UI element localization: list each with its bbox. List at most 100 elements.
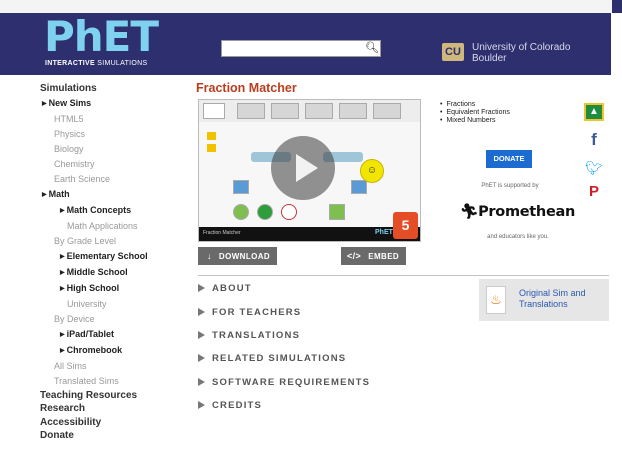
- topics-list: Fractions Equivalent Fractions Mixed Num…: [440, 101, 510, 126]
- list-item: Mixed Numbers: [440, 117, 510, 125]
- sidebar-item-new-sims[interactable]: ▶ New Sims: [40, 96, 190, 112]
- phet-tagline: INTERACTIVE SIMULATIONS: [45, 60, 147, 67]
- sidebar-item-translated-sims[interactable]: Translated Sims: [40, 374, 190, 389]
- download-icon: ↓: [207, 251, 212, 261]
- sidebar-item-elementary-school[interactable]: ▶ Elementary School: [40, 249, 190, 265]
- sidebar-item-label: Elementary School: [66, 250, 148, 261]
- caret-right-icon: ▶: [60, 331, 65, 338]
- page-title: Fraction Matcher: [196, 81, 297, 95]
- top-corner: [612, 0, 622, 13]
- sidebar-item-by-grade-level[interactable]: By Grade Level: [40, 234, 190, 249]
- code-icon: </>: [347, 251, 362, 261]
- original-sim-link[interactable]: ♨ Original Sim and Translations: [479, 279, 609, 321]
- accordion-translations[interactable]: TRANSLATIONS: [198, 330, 300, 341]
- sim-control: [207, 144, 216, 152]
- phet-logo[interactable]: PhET INTERACTIVE SIMULATIONS: [44, 14, 174, 70]
- caret-right-icon: [198, 354, 205, 362]
- sidebar-item-university[interactable]: University: [40, 297, 190, 312]
- list-item: Fractions: [440, 101, 510, 109]
- sidebar-item-accessibility[interactable]: Accessibility: [40, 416, 190, 430]
- caret-right-icon: [198, 378, 205, 386]
- sidebar-item-biology[interactable]: Biology: [40, 142, 190, 157]
- sidebar-item-label: Middle School: [66, 266, 128, 277]
- facebook-icon[interactable]: f: [584, 130, 604, 150]
- cu-text: University of Colorado Boulder: [472, 42, 570, 64]
- accordion-about[interactable]: ABOUT: [198, 283, 252, 294]
- educators-text: and educators like you.: [487, 234, 549, 240]
- download-button[interactable]: ↓ DOWNLOAD: [198, 247, 277, 265]
- divider: [198, 275, 609, 276]
- caret-right-icon: [198, 401, 205, 409]
- cu-line1: University of Colorado: [472, 42, 571, 53]
- accordion-label: ABOUT: [212, 283, 252, 294]
- sim-piece: [233, 180, 249, 194]
- sidebar-item-donate[interactable]: Donate: [40, 429, 190, 443]
- sim-preview[interactable]: ☺ Fraction Matcher PhET: [198, 99, 421, 242]
- sim-piece: [257, 204, 273, 220]
- sidebar-item-chemistry[interactable]: Chemistry: [40, 157, 190, 172]
- sidebar-item-label: Math Concepts: [66, 204, 132, 215]
- sidebar-item-teaching-resources[interactable]: Teaching Resources: [40, 389, 190, 403]
- sidebar-item-physics[interactable]: Physics: [40, 127, 190, 142]
- sidebar-item-all-sims[interactable]: All Sims: [40, 359, 190, 374]
- sidebar-item-math-concepts[interactable]: ▶ Math Concepts: [40, 203, 190, 219]
- sim-slot: [237, 103, 265, 119]
- sim-piece: [233, 204, 249, 220]
- sidebar-item-chromebook[interactable]: ▶ Chromebook: [40, 343, 190, 359]
- accordion-credits[interactable]: CREDITS: [198, 400, 262, 411]
- promethean-wordmark: Promethean: [478, 204, 575, 220]
- person-icon: 🏃︎: [460, 204, 479, 220]
- html5-badge-icon: 5: [393, 212, 418, 239]
- accordion-related-simulations[interactable]: RELATED SIMULATIONS: [198, 353, 346, 364]
- sim-slot: [271, 103, 299, 119]
- accordion-label: CREDITS: [212, 400, 263, 411]
- phet-tagline-rest: SIMULATIONS: [97, 60, 148, 67]
- sim-piece: [329, 204, 345, 220]
- sidebar-item-research[interactable]: Research: [40, 402, 190, 416]
- cu-boulder-logo[interactable]: CU University of Colorado Boulder: [442, 42, 612, 72]
- caret-right-icon: ▶: [60, 253, 65, 260]
- donate-button[interactable]: DONATE: [486, 150, 532, 168]
- site-header: PhET INTERACTIVE SIMULATIONS 🔍︎ CU Unive…: [0, 13, 611, 75]
- sidebar-item-high-school[interactable]: ▶ High School: [40, 281, 190, 297]
- original-sim-text: Original Sim and Translations: [519, 288, 586, 310]
- sidebar-item-earth-science[interactable]: Earth Science: [40, 172, 190, 187]
- caret-right-icon: ▶: [42, 100, 47, 107]
- caret-right-icon: [198, 331, 205, 339]
- caret-right-icon: ▶: [60, 285, 65, 292]
- caret-right-icon: ▶: [60, 347, 65, 354]
- search-input[interactable]: 🔍︎: [221, 40, 381, 57]
- twitter-icon[interactable]: 🐦︎: [584, 160, 604, 177]
- sim-piece: [351, 180, 367, 194]
- sim-preview-navbar: Fraction Matcher PhET: [199, 227, 420, 241]
- sidebar-item-html5[interactable]: HTML5: [40, 112, 190, 127]
- sidebar-item-math[interactable]: ▶ Math: [40, 187, 190, 203]
- sidebar-item-simulations[interactable]: Simulations: [40, 82, 190, 96]
- sidebar-item-label: Chromebook: [66, 344, 123, 355]
- accordion-for-teachers[interactable]: FOR TEACHERS: [198, 307, 301, 318]
- accordion-label: TRANSLATIONS: [212, 330, 301, 341]
- search-icon[interactable]: 🔍︎: [364, 41, 380, 56]
- embed-button[interactable]: </> EMBED: [341, 247, 406, 265]
- caret-right-icon: ▶: [42, 191, 47, 198]
- sidebar-item-by-device[interactable]: By Device: [40, 312, 190, 327]
- google-classroom-icon[interactable]: ▲: [584, 103, 604, 121]
- sidebar-item-label: High School: [66, 282, 120, 293]
- embed-label: EMBED: [368, 252, 400, 261]
- caret-right-icon: [198, 284, 205, 292]
- sim-preview-name: Fraction Matcher: [203, 230, 241, 236]
- sidebar-item-ipad-tablet[interactable]: ▶ iPad/Tablet: [40, 327, 190, 343]
- cu-mark-icon: CU: [442, 43, 464, 61]
- pinterest-icon[interactable]: P: [584, 183, 604, 200]
- sim-slot: [305, 103, 333, 119]
- sim-preview-brand: PhET: [375, 229, 393, 236]
- sidebar-item-math-applications[interactable]: Math Applications: [40, 219, 190, 234]
- smiley-face-icon: ☺: [360, 159, 384, 183]
- promethean-logo[interactable]: 🏃︎Promethean: [460, 203, 575, 220]
- play-button[interactable]: [271, 136, 335, 200]
- accordion-software-requirements[interactable]: SOFTWARE REQUIREMENTS: [198, 377, 370, 388]
- sidebar-item-label: iPad/Tablet: [66, 328, 114, 339]
- original-sim-line1: Original Sim and: [519, 288, 586, 298]
- list-item: Equivalent Fractions: [440, 109, 509, 117]
- sidebar-item-middle-school[interactable]: ▶ Middle School: [40, 265, 190, 281]
